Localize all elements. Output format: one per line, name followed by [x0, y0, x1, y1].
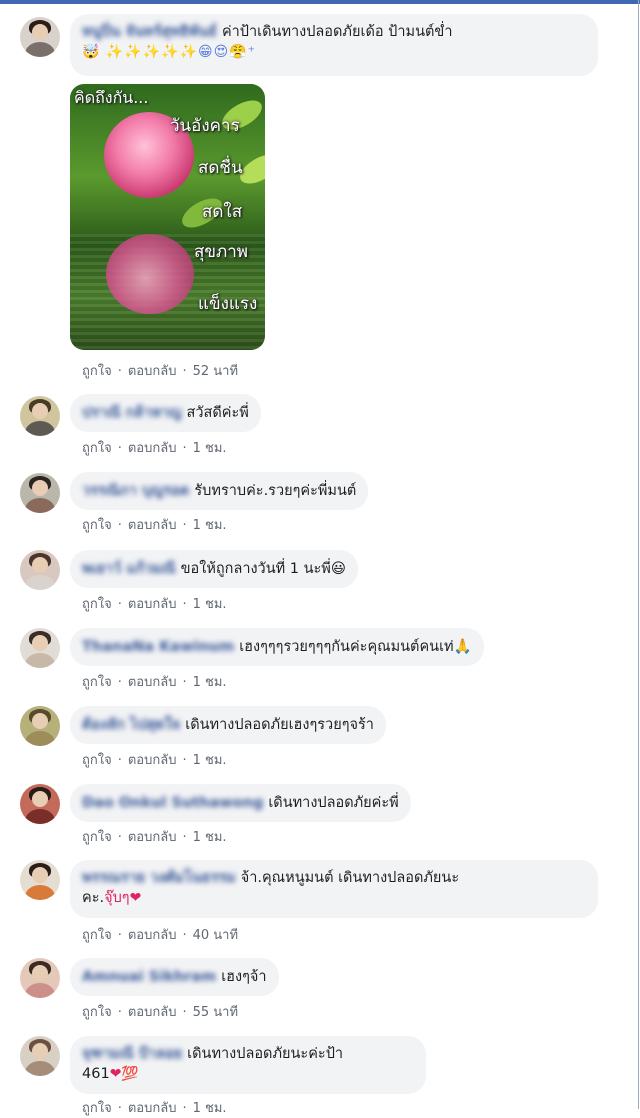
comment-image[interactable]: คิดถึงกัน... วันอังคาร สดชื่น สดใส สุขภา… — [70, 84, 265, 350]
timestamp[interactable]: 55 นาที — [193, 1005, 238, 1020]
image-caption: แข็งแรง — [198, 294, 258, 314]
comment-text: เดินทางปลอดภัยเฮงๆรวยๆจร้า — [185, 717, 374, 733]
reply-link[interactable]: ตอบกลับ — [128, 753, 177, 768]
timestamp[interactable]: 1 ชม. — [193, 597, 227, 612]
commenter-name[interactable]: Dao Onkul Suthawong — [82, 795, 263, 811]
comment-actions: ถูกใจ · ตอบกลับ · 1 ชม. — [82, 675, 227, 690]
like-link[interactable]: ถูกใจ — [82, 830, 112, 845]
comment-bubble: หนูปิ่น จันทร์สุทธิพันธ์ ค่าป้าเดินทางปลอ… — [70, 14, 598, 76]
timestamp[interactable]: 40 นาที — [193, 928, 238, 943]
reply-link[interactable]: ตอบกลับ — [128, 928, 177, 943]
avatar[interactable] — [20, 550, 60, 590]
comment-actions: ถูกใจ · ตอบกลับ · 52 นาที — [82, 364, 239, 379]
avatar[interactable] — [20, 958, 60, 998]
avatar[interactable] — [20, 473, 60, 513]
like-link[interactable]: ถูกใจ — [82, 675, 112, 690]
reply-link[interactable]: ตอบกลับ — [128, 1005, 177, 1020]
emoji-row: 🤯 ✨✨✨✨✨😁😍😤⁺ — [82, 44, 257, 60]
comment-text: จ้า.คุณหนูมนต์ เดินทางปลอดภัยนะ — [240, 870, 460, 886]
avatar[interactable] — [20, 628, 60, 668]
like-link[interactable]: ถูกใจ — [82, 441, 112, 456]
image-caption: คิดถึงกัน... — [74, 88, 149, 107]
right-border — [638, 0, 639, 1109]
avatar[interactable] — [20, 784, 60, 824]
timestamp[interactable]: 1 ชม. — [193, 675, 227, 690]
timestamp[interactable]: 1 ชม. — [193, 830, 227, 845]
image-caption: สุขภาพ — [194, 242, 248, 262]
like-link[interactable]: ถูกใจ — [82, 1005, 112, 1020]
comment-bubble: Dao Onkul Suthawong เดินทางปลอดภัยค่ะพี่ — [70, 784, 411, 822]
commenter-name[interactable]: ThanaNa Kawinum — [82, 639, 234, 655]
comment-bubble: พรรณราย วงศ์มโนธรรม จ้า.คุณหนูมนต์ เดินทา… — [70, 860, 598, 918]
comment-bubble: พเยาว์ แก้วมณี ขอให้ถูกลางวันที่ 1 นะพี่😃 — [70, 550, 358, 588]
comment-actions: ถูกใจ · ตอบกลับ · 1 ชม. — [82, 1101, 227, 1116]
rose-reflection — [106, 234, 194, 314]
commenter-name[interactable]: พรรณราย วงศ์มโนธรรม — [82, 870, 236, 886]
comment-bubble: ต้องลัก ไปสุดใจ เดินทางปลอดภัยเฮงๆรวยๆจร้… — [70, 706, 386, 744]
avatar[interactable] — [20, 1036, 60, 1076]
like-link[interactable]: ถูกใจ — [82, 518, 112, 533]
commenter-name[interactable]: วรรณิภา บุญรอด — [82, 483, 189, 499]
comment-bubble: ปราณี กล้าหาญ สวัสดีค่ะพี่ — [70, 394, 261, 432]
avatar[interactable] — [20, 860, 60, 900]
avatar[interactable] — [20, 17, 60, 57]
comment-actions: ถูกใจ · ตอบกลับ · 1 ชม. — [82, 597, 227, 612]
heart-icon: ❤ — [129, 890, 142, 906]
timestamp[interactable]: 52 นาที — [193, 364, 238, 379]
reply-link[interactable]: ตอบกลับ — [128, 597, 177, 612]
comment-actions: ถูกใจ · ตอบกลับ · 1 ชม. — [82, 518, 227, 533]
image-caption: สดชื่น — [198, 158, 243, 178]
commenter-name[interactable]: ปราณี กล้าหาญ — [82, 405, 182, 421]
comment-bubble: วรรณิภา บุญรอด รับทราบค่ะ.รวยๆค่ะพี่มนต์ — [70, 472, 369, 510]
comment-actions: ถูกใจ · ตอบกลับ · 1 ชม. — [82, 753, 227, 768]
reply-link[interactable]: ตอบกลับ — [128, 441, 177, 456]
image-caption: สดใส — [202, 202, 243, 222]
comment-actions: ถูกใจ · ตอบกลับ · 1 ชม. — [82, 830, 227, 845]
comment-text: เฮงๆจ้า — [221, 969, 267, 985]
timestamp[interactable]: 1 ชม. — [193, 753, 227, 768]
comment-text: เฮงๆๆๆรวยๆๆๆกันค่ะคุณมนต์คนเท่🙏 — [239, 639, 472, 655]
comment-text: คะ. — [82, 890, 105, 906]
comment-text: เดินทางปลอดภัยค่ะพี่ — [268, 795, 399, 811]
avatar[interactable] — [20, 396, 60, 436]
comment-text: 461 — [82, 1066, 110, 1082]
commenter-name[interactable]: ต้องลัก ไปสุดใจ — [82, 717, 180, 733]
comment-text: รับทราบค่ะ.รวยๆค่ะพี่มนต์ — [194, 483, 357, 499]
comment-text: สวัสดีค่ะพี่ — [186, 405, 249, 421]
comment-bubble: ThanaNa Kawinum เฮงๆๆๆรวยๆๆๆกันค่ะคุณมนต์… — [70, 628, 484, 666]
timestamp[interactable]: 1 ชม. — [193, 441, 227, 456]
image-caption: วันอังคาร — [170, 116, 240, 136]
commenter-name[interactable]: Amnuai Sikhram — [82, 969, 216, 985]
like-link[interactable]: ถูกใจ — [82, 928, 112, 943]
comment-bubble: จุฑามณี ป้าลอย เดินทางปลอดภัยนะค่ะป้า 461… — [70, 1036, 426, 1094]
reply-link[interactable]: ตอบกลับ — [128, 675, 177, 690]
reply-link[interactable]: ตอบกลับ — [128, 830, 177, 845]
comment-actions: ถูกใจ · ตอบกลับ · 1 ชม. — [82, 441, 227, 456]
heart-icon: ❤💯 — [109, 1066, 139, 1082]
comment-text: เดินทางปลอดภัยนะค่ะป้า — [187, 1046, 344, 1062]
comment-bubble: Amnuai Sikhram เฮงๆจ้า — [70, 958, 279, 996]
avatar[interactable] — [20, 706, 60, 746]
reply-link[interactable]: ตอบกลับ — [128, 518, 177, 533]
like-link[interactable]: ถูกใจ — [82, 753, 112, 768]
comment-text: ค่าป้าเดินทางปลอดภัยเด้อ ป้ามนต์ข่ำ — [221, 24, 453, 40]
comment-text: ขอให้ถูกลางวันที่ 1 นะพี่😃 — [180, 561, 346, 577]
comment-text-red: จุ๊บๆ — [104, 890, 130, 906]
comment-actions: ถูกใจ · ตอบกลับ · 55 นาที — [82, 1005, 239, 1020]
commenter-name[interactable]: หนูปิ่น จันทร์สุทธิพันธ์ — [82, 24, 217, 40]
like-link[interactable]: ถูกใจ — [82, 597, 112, 612]
commenter-name[interactable]: พเยาว์ แก้วมณี — [82, 561, 176, 577]
top-accent-bar — [0, 0, 640, 4]
reply-link[interactable]: ตอบกลับ — [128, 364, 177, 379]
like-link[interactable]: ถูกใจ — [82, 364, 112, 379]
commenter-name[interactable]: จุฑามณี ป้าลอย — [82, 1046, 182, 1062]
comment-actions: ถูกใจ · ตอบกลับ · 40 นาที — [82, 928, 239, 943]
timestamp[interactable]: 1 ชม. — [193, 518, 227, 533]
